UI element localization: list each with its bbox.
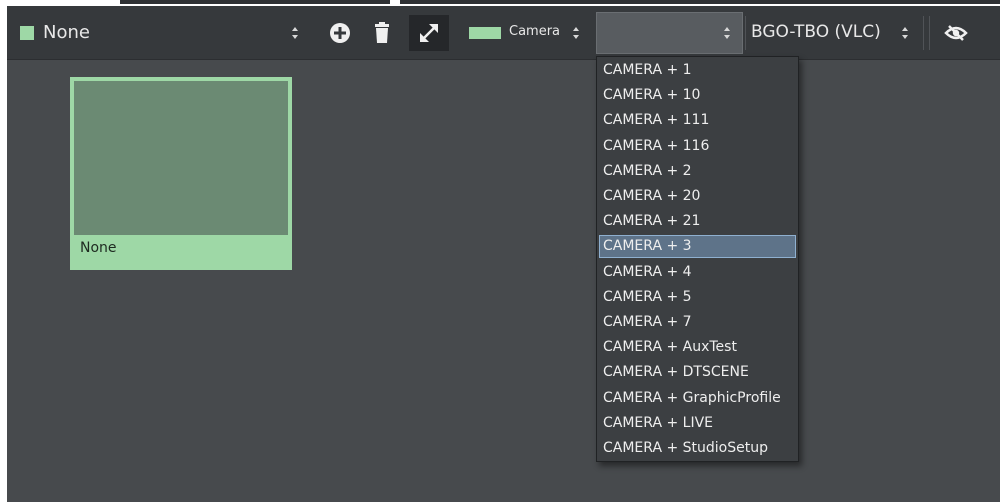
camera-dropdown-list: CAMERA + 1 CAMERA + 10 CAMERA + 111 CAMERA … <box>596 56 799 462</box>
chevron-updown-icon <box>291 26 299 40</box>
add-circle-icon <box>330 23 350 43</box>
dropdown-option[interactable]: CAMERA + 116 <box>599 135 796 158</box>
dropdown-option[interactable]: CAMERA + AuxTest <box>599 336 796 359</box>
add-layer-button[interactable] <box>327 20 353 46</box>
divider <box>929 16 930 50</box>
output-select[interactable]: BGO-TBO (VLC) <box>751 15 921 51</box>
dropdown-option[interactable]: CAMERA + 4 <box>599 261 796 284</box>
dropdown-option[interactable]: CAMERA + GraphicProfile <box>599 387 796 410</box>
eye-slash-icon <box>944 25 968 41</box>
layer-select[interactable]: None <box>7 6 307 60</box>
dropdown-option[interactable]: CAMERA + 2 <box>599 160 796 183</box>
dropdown-option[interactable]: CAMERA + 3 <box>599 235 796 259</box>
app-window: None Camera BGO-TBO (VLC) None CAMERA + … <box>7 6 1000 502</box>
chevron-updown-icon <box>901 26 909 40</box>
dropdown-option[interactable]: CAMERA + LIVE <box>599 412 796 435</box>
divider <box>923 16 924 50</box>
camera-color-swatch <box>469 27 501 39</box>
layer-name-label: None <box>43 22 90 43</box>
expand-button[interactable] <box>409 15 449 51</box>
dropdown-option[interactable]: CAMERA + 20 <box>599 185 796 208</box>
chevron-updown-icon <box>723 26 731 40</box>
dropdown-option[interactable]: CAMERA + 1 <box>599 59 796 82</box>
delete-layer-button[interactable] <box>371 20 393 46</box>
camera-select[interactable] <box>596 12 743 54</box>
trash-icon <box>375 22 389 43</box>
layer-color-swatch <box>20 26 34 40</box>
layer-tile[interactable]: None <box>70 77 292 270</box>
dropdown-option[interactable]: CAMERA + 21 <box>599 210 796 233</box>
toolbar: None Camera BGO-TBO (VLC) <box>7 6 1000 60</box>
dropdown-option[interactable]: CAMERA + 10 <box>599 84 796 107</box>
layer-thumbnail <box>74 81 288 235</box>
window-edge-segment <box>120 0 390 4</box>
window-edge-segment <box>400 0 1000 4</box>
color-type-select[interactable]: Camera <box>465 15 587 51</box>
divider <box>745 16 746 50</box>
color-type-label: Camera <box>509 24 561 39</box>
chevron-updown-icon <box>572 26 580 40</box>
dropdown-option[interactable]: CAMERA + StudioSetup <box>599 437 796 460</box>
dropdown-option[interactable]: CAMERA + 111 <box>599 109 796 132</box>
dropdown-option[interactable]: CAMERA + 5 <box>599 286 796 309</box>
dropdown-option[interactable]: CAMERA + DTSCENE <box>599 361 796 384</box>
visibility-toggle-button[interactable] <box>939 20 973 46</box>
expand-diagonal-icon <box>420 24 438 42</box>
layer-tile-name: None <box>80 240 117 256</box>
dropdown-option[interactable]: CAMERA + 7 <box>599 311 796 334</box>
output-label: BGO-TBO (VLC) <box>751 22 881 42</box>
